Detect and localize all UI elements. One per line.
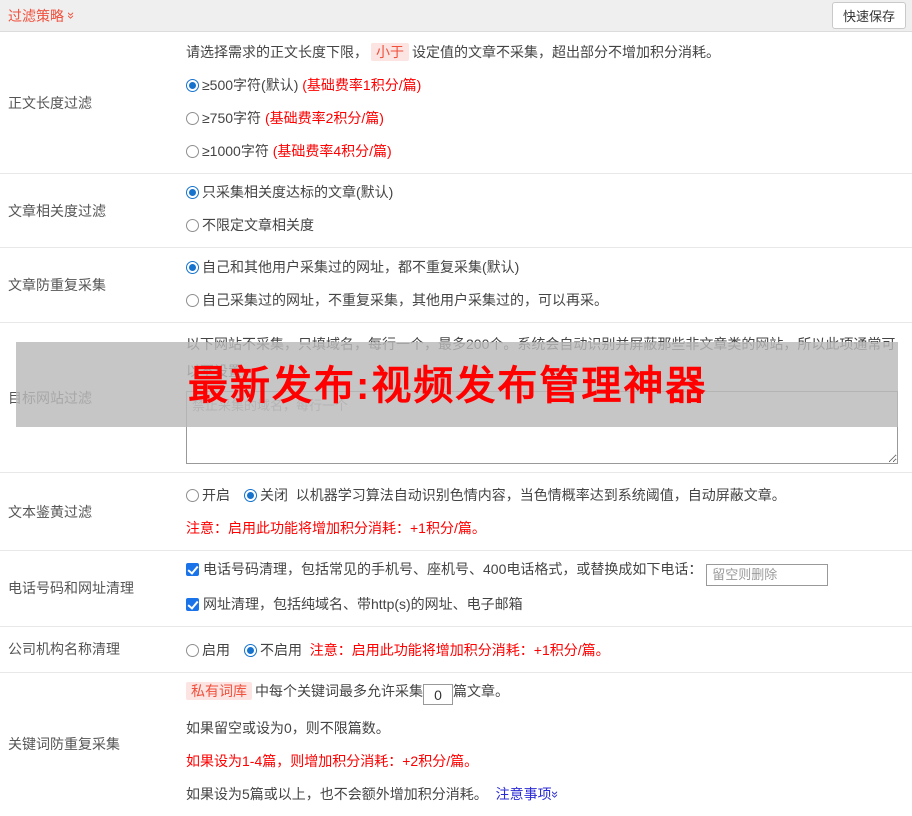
- radio-1000-chars[interactable]: [186, 145, 199, 158]
- option-750-chars: ≥750字符 (基础费率2积分/篇): [186, 108, 906, 128]
- row-relevance-filter: 文章相关度过滤 只采集相关度达标的文章(默认) 不限定文章相关度: [0, 174, 912, 248]
- double-chevron-down-icon: »: [65, 12, 78, 19]
- content-length-intro: 请选择需求的正文长度下限，小于设定值的文章不采集，超出部分不增加积分消耗。: [186, 42, 906, 62]
- porn-filter-options: 开启关闭 以机器学习算法自动识别色情内容，当色情概率达到系统阈值，自动屏蔽文章。: [186, 485, 906, 505]
- checkbox-url-clean[interactable]: [186, 598, 199, 611]
- row-company-clean: 公司机构名称清理 启用不启用 注意：启用此功能将增加积分消耗：+1积分/篇。: [0, 627, 912, 673]
- row-porn-filter: 文本鉴黄过滤 开启关闭 以机器学习算法自动识别色情内容，当色情概率达到系统阈值，…: [0, 473, 912, 551]
- row-dedup-collect: 文章防重复采集 自己和其他用户采集过的网址，都不重复采集(默认) 自己采集过的网…: [0, 248, 912, 323]
- option-relevance-any: 不限定文章相关度: [186, 215, 906, 235]
- fee-note: (基础费率1积分/篇): [302, 77, 421, 93]
- radio-relevance-only[interactable]: [186, 186, 199, 199]
- row-content: 私有词库中每个关键词最多允许采集篇文章。 如果留空或设为0，则不限篇数。 如果设…: [178, 673, 912, 816]
- radio-750-chars[interactable]: [186, 112, 199, 125]
- radio-porn-on[interactable]: [186, 489, 199, 502]
- option-relevance-only: 只采集相关度达标的文章(默认): [186, 182, 906, 202]
- row-phone-url-clean: 电话号码和网址清理 电话号码清理，包括常见的手机号、座机号、400电话格式，或替…: [0, 551, 912, 627]
- quick-save-button[interactable]: 快速保存: [832, 2, 906, 29]
- keyword-note-fee: 如果设为1-4篇，则增加积分消耗：+2积分/篇。: [186, 751, 906, 771]
- row-label: 文章相关度过滤: [0, 174, 178, 247]
- row-label: 正文长度过滤: [0, 32, 178, 173]
- option-dedup-all: 自己和其他用户采集过的网址，都不重复采集(默认): [186, 257, 906, 277]
- option-500-chars: ≥500字符(默认) (基础费率1积分/篇): [186, 75, 906, 95]
- section-title: 过滤策略: [8, 6, 64, 26]
- row-content: 启用不启用 注意：启用此功能将增加积分消耗：+1积分/篇。: [178, 627, 912, 672]
- company-clean-options: 启用不启用 注意：启用此功能将增加积分消耗：+1积分/篇。: [186, 640, 906, 660]
- notice-link[interactable]: 注意事项»: [496, 786, 559, 802]
- row-label: 电话号码和网址清理: [0, 551, 178, 626]
- radio-dedup-self[interactable]: [186, 294, 199, 307]
- keyword-note-five: 如果设为5篇或以上，也不会额外增加积分消耗。 注意事项»: [186, 784, 906, 804]
- radio-company-off[interactable]: [244, 644, 257, 657]
- replacement-phone-input[interactable]: [706, 564, 828, 586]
- watermark-ad-text: 最新发布:视频发布管理神器: [188, 353, 707, 411]
- porn-filter-desc: 以机器学习算法自动识别色情内容，当色情概率达到系统阈值，自动屏蔽文章。: [296, 487, 786, 503]
- row-content-length-filter: 正文长度过滤 请选择需求的正文长度下限，小于设定值的文章不采集，超出部分不增加积…: [0, 32, 912, 174]
- fee-note: (基础费率2积分/篇): [265, 110, 384, 126]
- row-label: 公司机构名称清理: [0, 627, 178, 672]
- fee-note: (基础费率4积分/篇): [273, 143, 392, 159]
- porn-filter-note: 注意：启用此功能将增加积分消耗：+1积分/篇。: [186, 518, 906, 538]
- checkbox-phone-clean[interactable]: [186, 563, 199, 576]
- radio-dedup-all[interactable]: [186, 261, 199, 274]
- radio-500-chars[interactable]: [186, 79, 199, 92]
- row-label: 文本鉴黄过滤: [0, 473, 178, 550]
- row-label: 关键词防重复采集: [0, 673, 178, 816]
- url-clean-line: 网址清理，包括纯域名、带http(s)的网址、电子邮箱: [186, 594, 906, 614]
- keyword-limit-input[interactable]: [423, 684, 453, 705]
- radio-relevance-any[interactable]: [186, 219, 199, 232]
- row-label: 文章防重复采集: [0, 248, 178, 322]
- option-1000-chars: ≥1000字符 (基础费率4积分/篇): [186, 141, 906, 161]
- keyword-limit-line: 私有词库中每个关键词最多允许采集篇文章。: [186, 681, 906, 706]
- less-than-badge: 小于: [371, 43, 409, 61]
- row-content: 只采集相关度达标的文章(默认) 不限定文章相关度: [178, 174, 912, 247]
- private-lexicon-badge: 私有词库: [186, 682, 252, 700]
- company-clean-note: 注意：启用此功能将增加积分消耗：+1积分/篇。: [310, 642, 610, 658]
- row-content: 开启关闭 以机器学习算法自动识别色情内容，当色情概率达到系统阈值，自动屏蔽文章。…: [178, 473, 912, 550]
- phone-clean-line: 电话号码清理，包括常见的手机号、座机号、400电话格式，或替换成如下电话：: [186, 559, 906, 586]
- keyword-note-zero: 如果留空或设为0，则不限篇数。: [186, 718, 906, 738]
- radio-company-on[interactable]: [186, 644, 199, 657]
- filter-strategy-page: 过滤策略 » 快速保存 正文长度过滤 请选择需求的正文长度下限，小于设定值的文章…: [0, 0, 912, 768]
- double-chevron-down-icon: »: [549, 791, 562, 798]
- row-keyword-dedup: 关键词防重复采集 私有词库中每个关键词最多允许采集篇文章。 如果留空或设为0，则…: [0, 673, 912, 816]
- row-content: 自己和其他用户采集过的网址，都不重复采集(默认) 自己采集过的网址，不重复采集，…: [178, 248, 912, 322]
- row-content: 电话号码清理，包括常见的手机号、座机号、400电话格式，或替换成如下电话： 网址…: [178, 551, 912, 626]
- radio-porn-off[interactable]: [244, 489, 257, 502]
- section-toggle-filter-strategy[interactable]: 过滤策略 »: [8, 6, 75, 26]
- option-dedup-self: 自己采集过的网址，不重复采集，其他用户采集过的，可以再采。: [186, 290, 906, 310]
- row-content: 请选择需求的正文长度下限，小于设定值的文章不采集，超出部分不增加积分消耗。 ≥5…: [178, 32, 912, 173]
- header-bar: 过滤策略 » 快速保存: [0, 0, 912, 32]
